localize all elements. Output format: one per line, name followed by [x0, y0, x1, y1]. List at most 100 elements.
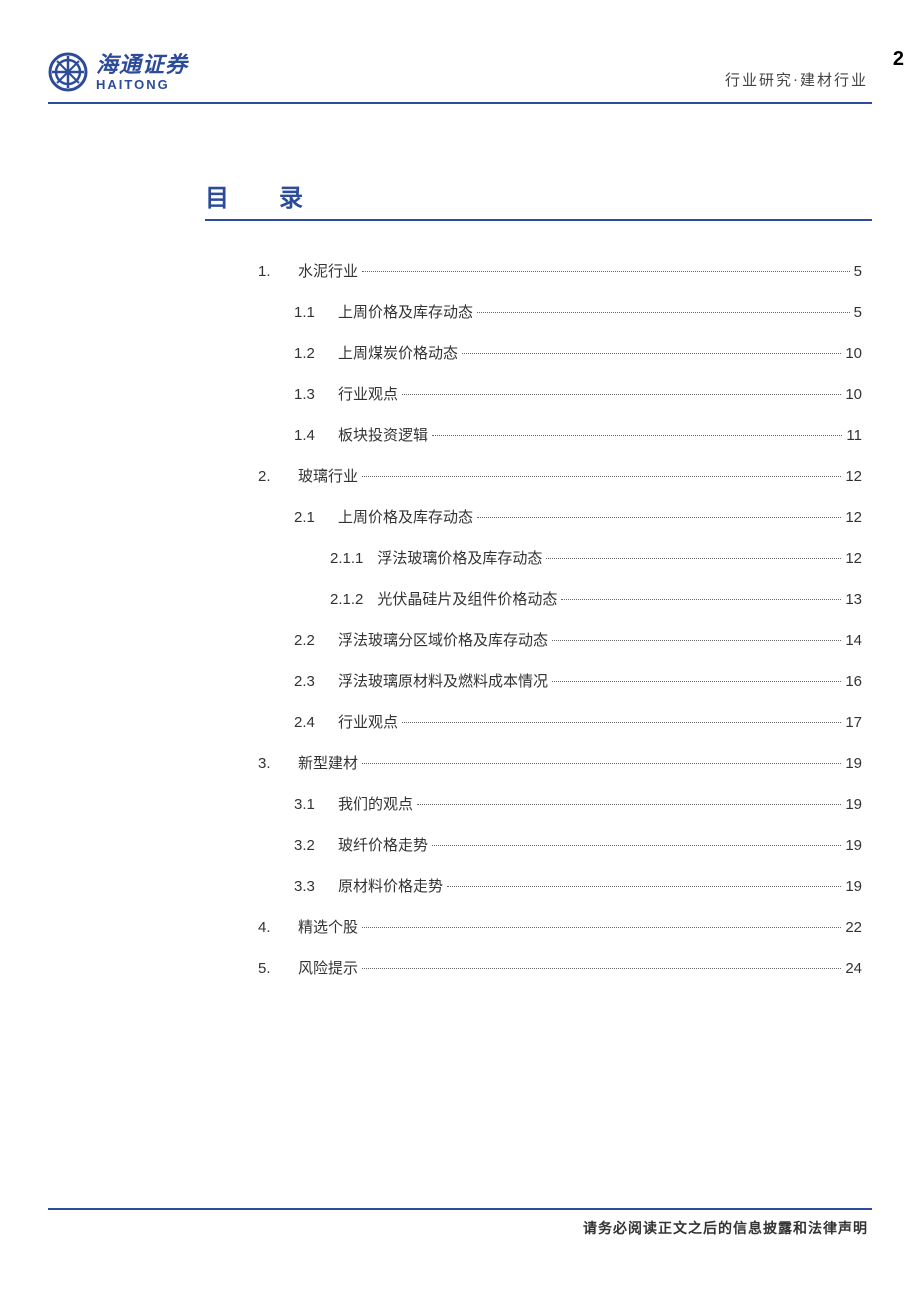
toc-entry-number: 1. — [258, 263, 284, 280]
toc-entry-title: 行业观点 — [338, 711, 398, 732]
toc-leader-dots — [362, 927, 841, 928]
toc-leader-dots — [546, 558, 841, 559]
toc-leader-dots — [561, 599, 841, 600]
toc-entry-page: 16 — [845, 673, 862, 690]
toc-leader-dots — [402, 394, 841, 395]
toc-leader-dots — [362, 968, 841, 969]
toc-entry-title: 新型建材 — [298, 752, 358, 773]
toc-entry[interactable]: 3.2 玻纤价格走势 19 — [258, 834, 862, 855]
page: 海通证券 HAITONG 行业研究·建材行业 2 目 录 1.水泥行业51.1上… — [0, 0, 920, 1302]
toc-entry-number: 4. — [258, 919, 284, 936]
toc-entry[interactable]: 2.4 行业观点 17 — [258, 711, 862, 732]
toc-entry-number: 2.2 — [294, 632, 324, 649]
table-of-contents: 1.水泥行业51.1上周价格及库存动态51.2上周煤炭价格动态101.3行业观点… — [258, 260, 862, 998]
toc-entry[interactable]: 1.3 行业观点 10 — [258, 383, 862, 404]
toc-entry[interactable]: 1.4 板块投资逻辑 11 — [258, 424, 862, 445]
toc-entry-page: 5 — [854, 304, 862, 321]
toc-entry-title: 上周价格及库存动态 — [338, 506, 473, 527]
toc-entry-title: 风险提示 — [298, 957, 358, 978]
toc-entry[interactable]: 2. 玻璃行业 12 — [258, 465, 862, 486]
brand-name-cn: 海通证券 — [96, 54, 188, 76]
section-title-bar: 目 录 — [205, 178, 872, 221]
toc-leader-dots — [552, 640, 841, 641]
toc-entry-page: 24 — [845, 960, 862, 977]
toc-leader-dots — [402, 722, 841, 723]
toc-entry[interactable]: 2.1.2 光伏晶硅片及组件价格动态 13 — [258, 588, 862, 609]
toc-leader-dots — [477, 312, 850, 313]
toc-leader-dots — [362, 271, 850, 272]
toc-entry[interactable]: 3. 新型建材 19 — [258, 752, 862, 773]
toc-leader-dots — [432, 435, 842, 436]
toc-leader-dots — [552, 681, 841, 682]
toc-entry-page: 19 — [845, 878, 862, 895]
toc-entry-title: 光伏晶硅片及组件价格动态 — [377, 588, 557, 609]
toc-entry-number: 2.3 — [294, 673, 324, 690]
toc-entry-page: 22 — [845, 919, 862, 936]
toc-entry-number: 3.2 — [294, 837, 324, 854]
toc-entry[interactable]: 4. 精选个股 22 — [258, 916, 862, 937]
toc-entry-page: 12 — [845, 468, 862, 485]
toc-entry-page: 10 — [845, 386, 862, 403]
toc-entry[interactable]: 3.3 原材料价格走势 19 — [258, 875, 862, 896]
toc-entry-page: 19 — [845, 796, 862, 813]
toc-entry-title: 浮法玻璃原材料及燃料成本情况 — [338, 670, 548, 691]
page-header: 海通证券 HAITONG 行业研究·建材行业 2 — [48, 52, 872, 104]
toc-leader-dots — [477, 517, 841, 518]
toc-entry-title: 玻纤价格走势 — [338, 834, 428, 855]
toc-entry-title: 上周价格及库存动态 — [338, 301, 473, 322]
footer-divider — [48, 1208, 872, 1210]
toc-entry[interactable]: 2.2 浮法玻璃分区域价格及库存动态 14 — [258, 629, 862, 650]
toc-entry[interactable]: 1.水泥行业5 — [258, 260, 862, 281]
toc-entry-number: 2.1.1 — [330, 550, 363, 567]
toc-entry-page: 14 — [845, 632, 862, 649]
toc-entry[interactable]: 5.风险提示24 — [258, 957, 862, 978]
toc-entry-title: 浮法玻璃价格及库存动态 — [377, 547, 542, 568]
toc-entry-page: 19 — [845, 837, 862, 854]
toc-entry[interactable]: 3.1 我们的观点 19 — [258, 793, 862, 814]
toc-entry-number: 3.3 — [294, 878, 324, 895]
toc-entry-title: 水泥行业 — [298, 260, 358, 281]
toc-entry-title: 浮法玻璃分区域价格及库存动态 — [338, 629, 548, 650]
header-category: 行业研究·建材行业 — [725, 69, 868, 90]
toc-entry-page: 13 — [845, 591, 862, 608]
toc-entry-number: 2.1 — [294, 509, 324, 526]
toc-entry-title: 上周煤炭价格动态 — [338, 342, 458, 363]
toc-entry[interactable]: 2.1.1 浮法玻璃价格及库存动态 12 — [258, 547, 862, 568]
toc-entry-page: 10 — [845, 345, 862, 362]
haitong-logo-icon — [48, 52, 88, 92]
toc-leader-dots — [362, 476, 841, 477]
toc-entry-number: 2. — [258, 468, 284, 485]
toc-leader-dots — [417, 804, 841, 805]
toc-entry[interactable]: 2.1 上周价格及库存动态 12 — [258, 506, 862, 527]
toc-entry-title: 板块投资逻辑 — [338, 424, 428, 445]
toc-entry-title: 玻璃行业 — [298, 465, 358, 486]
toc-entry-number: 3.1 — [294, 796, 324, 813]
toc-entry-title: 行业观点 — [338, 383, 398, 404]
page-number: 2 — [893, 48, 904, 71]
toc-entry-title: 精选个股 — [298, 916, 358, 937]
toc-entry-page: 19 — [845, 755, 862, 772]
toc-entry-page: 12 — [845, 550, 862, 567]
toc-leader-dots — [362, 763, 841, 764]
toc-leader-dots — [432, 845, 841, 846]
toc-entry-page: 11 — [846, 427, 862, 444]
toc-leader-dots — [447, 886, 841, 887]
toc-entry-title: 原材料价格走势 — [338, 875, 443, 896]
toc-entry-number: 3. — [258, 755, 284, 772]
toc-entry-number: 2.1.2 — [330, 591, 363, 608]
toc-entry-title: 我们的观点 — [338, 793, 413, 814]
toc-entry[interactable]: 1.1上周价格及库存动态5 — [258, 301, 862, 322]
footer-disclaimer: 请务必阅读正文之后的信息披露和法律声明 — [583, 1218, 868, 1238]
brand-name-en: HAITONG — [96, 78, 188, 91]
toc-entry-number: 2.4 — [294, 714, 324, 731]
toc-entry-number: 1.3 — [294, 386, 324, 403]
toc-entry-number: 1.2 — [294, 345, 324, 362]
toc-leader-dots — [462, 353, 841, 354]
brand-text: 海通证券 HAITONG — [96, 54, 188, 91]
toc-entry[interactable]: 1.2 上周煤炭价格动态 10 — [258, 342, 862, 363]
section-title: 目 录 — [205, 178, 872, 213]
toc-entry-number: 1.4 — [294, 427, 324, 444]
toc-entry-page: 17 — [845, 714, 862, 731]
toc-entry-page: 12 — [845, 509, 862, 526]
toc-entry[interactable]: 2.3 浮法玻璃原材料及燃料成本情况 16 — [258, 670, 862, 691]
